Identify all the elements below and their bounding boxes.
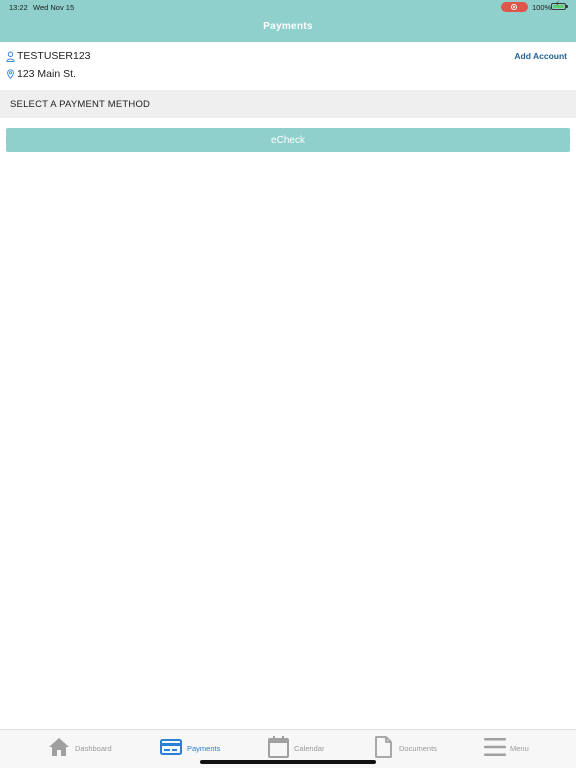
account-address-row: 123 Main St. xyxy=(6,67,76,81)
location-pin-icon xyxy=(7,69,14,79)
status-time: 13:22 xyxy=(9,3,28,12)
tab-menu[interactable]: Menu xyxy=(484,730,529,764)
calendar-icon xyxy=(268,736,289,758)
tab-dashboard[interactable]: Dashboard xyxy=(48,730,112,764)
user-icon xyxy=(6,51,15,62)
echeck-button[interactable]: eCheck xyxy=(6,128,570,152)
record-icon xyxy=(511,4,517,10)
top-bar: 13:22 Wed Nov 15 100% ⚡ Payments xyxy=(0,0,576,42)
tab-documents-label: Documents xyxy=(399,744,437,753)
payment-method-section-header: SELECT A PAYMENT METHOD xyxy=(0,90,576,118)
account-username: TESTUSER123 xyxy=(17,50,91,62)
tab-dashboard-label: Dashboard xyxy=(75,744,112,753)
credit-card-icon xyxy=(160,739,182,755)
payments-screen: 13:22 Wed Nov 15 100% ⚡ Payments TESTUSE… xyxy=(0,0,576,768)
charging-bolt-icon: ⚡ xyxy=(555,1,560,8)
battery-percentage: 100% xyxy=(532,3,552,12)
add-account-link[interactable]: Add Account xyxy=(514,51,567,61)
tab-documents[interactable]: Documents xyxy=(375,730,437,764)
page-title: Payments xyxy=(263,21,313,32)
battery-cap xyxy=(566,5,568,8)
section-title: SELECT A PAYMENT METHOD xyxy=(10,98,151,110)
status-date: Wed Nov 15 xyxy=(33,3,75,12)
tab-menu-label: Menu xyxy=(510,744,529,753)
screen-recording-indicator[interactable] xyxy=(501,2,528,12)
tab-calendar-label: Calendar xyxy=(294,744,325,753)
home-icon xyxy=(49,738,69,756)
account-user-row: TESTUSER123 xyxy=(6,49,91,63)
account-address: 123 Main St. xyxy=(17,68,76,80)
home-indicator[interactable] xyxy=(200,760,376,764)
tab-payments-label: Payments xyxy=(187,744,221,753)
tab-payments[interactable]: Payments xyxy=(160,730,220,764)
tab-calendar[interactable]: Calendar xyxy=(268,730,324,764)
document-icon xyxy=(375,736,392,758)
hamburger-menu-icon xyxy=(484,738,506,756)
